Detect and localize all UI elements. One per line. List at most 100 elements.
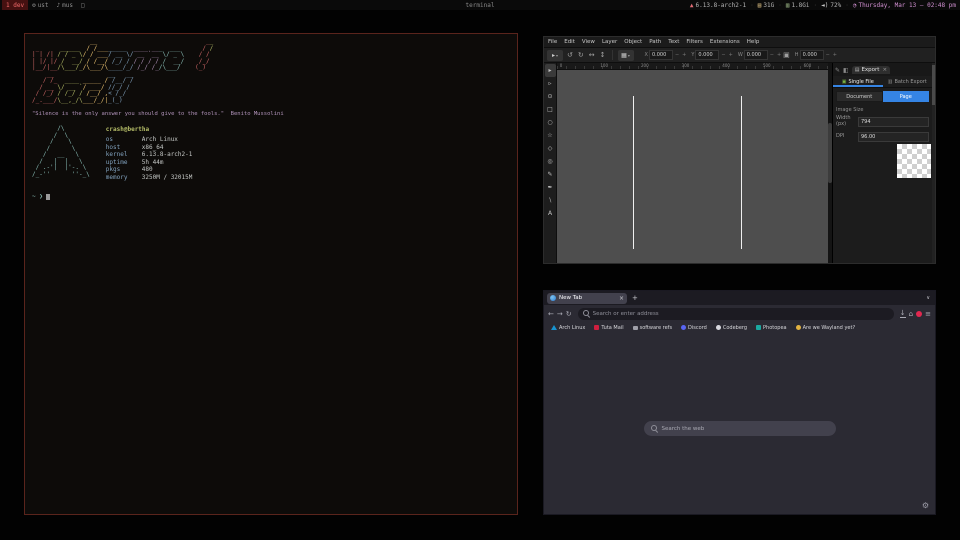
url-bar[interactable]: Search or enter address [578, 308, 894, 320]
dpi-input[interactable]: 96.00 [858, 132, 929, 142]
batch-export-label: Batch Export [894, 79, 926, 85]
y-input[interactable]: 0.000 [695, 50, 719, 60]
workspace-1-dev[interactable]: 1 dev [2, 0, 28, 10]
bookmark-codeberg[interactable]: Codeberg [716, 325, 747, 331]
list-tabs-icon[interactable]: ∨ [926, 295, 930, 301]
workspace-mus[interactable]: ♪mus [53, 0, 77, 10]
back-button[interactable]: ← [548, 310, 554, 318]
rotate-cw-icon[interactable]: ↻ [577, 51, 585, 59]
forward-button[interactable]: → [557, 310, 563, 318]
workspace-empty[interactable]: □ [77, 0, 89, 10]
flip-horizontal-icon[interactable]: ↔ [588, 51, 596, 59]
x-input[interactable]: 0.000 [649, 50, 673, 60]
separator: · [814, 2, 818, 9]
rectangle-tool[interactable]: □ [545, 103, 556, 116]
fill-stroke-dialog-icon[interactable]: ✎ [835, 67, 840, 74]
menu-help[interactable]: Help [747, 39, 760, 45]
downloads-icon[interactable]: ↓ [900, 309, 906, 318]
status-bar: 1 dev⚙ust♪mus□ terminal ▲6.13.8-arch2-1 … [0, 0, 960, 10]
ellipse-tool[interactable]: ○ [545, 116, 556, 129]
document-button[interactable]: Document [836, 91, 883, 102]
workspace-ust[interactable]: ⚙ust [28, 0, 52, 10]
url-placeholder: Search or enter address [593, 311, 659, 317]
tab-batch-export[interactable]: ▥Batch Export [883, 76, 933, 87]
canvas[interactable] [557, 70, 828, 263]
page-border-right [741, 96, 742, 249]
menu-layer[interactable]: Layer [602, 39, 617, 45]
menu-path[interactable]: Path [649, 39, 661, 45]
zoom-tool[interactable]: ⊙ [545, 90, 556, 103]
calligraphy-tool[interactable]: ∖ [545, 194, 556, 207]
account-icon[interactable]: ⌂ [909, 310, 913, 318]
fetch-value: 3250M / 32015M [142, 174, 193, 182]
bookmark-are-we-wayland-yet-[interactable]: Are we Wayland yet? [796, 325, 855, 331]
app-menu-icon[interactable]: ≡ [925, 310, 931, 318]
panel-scrollbar[interactable] [932, 63, 935, 263]
navigation-bar: ← → ↻ Search or enter address ↓ ⌂ ≡ [544, 305, 935, 322]
fetch-label: os [106, 136, 142, 144]
firefox-window[interactable]: New Tab × + ∨ ← → ↻ Search or enter addr… [543, 290, 936, 515]
menu-object[interactable]: Object [624, 39, 642, 45]
dialog-tab-bar: ✎ ◧ ▤ Export × [833, 63, 932, 76]
menu-extensions[interactable]: Extensions [710, 39, 740, 45]
personalize-gear-icon[interactable]: ⚙ [922, 501, 929, 510]
pencil-tool[interactable]: ✎ [545, 168, 556, 181]
terminal-window[interactable]: __ __ _ _____ / /________ ____ ___ ___ /… [24, 33, 518, 515]
extension-icon[interactable] [916, 311, 922, 317]
star-tool[interactable]: ☆ [545, 129, 556, 142]
menu-view[interactable]: View [582, 39, 595, 45]
close-tab-icon[interactable]: × [619, 295, 624, 302]
text-tool[interactable]: A [545, 207, 556, 220]
tab-new-tab[interactable]: New Tab × [547, 293, 627, 304]
close-dialog-icon[interactable]: × [882, 67, 887, 73]
scrollbar-thumb[interactable] [828, 123, 832, 183]
pen-tool[interactable]: ✒ [545, 181, 556, 194]
width-input[interactable]: 794 [858, 117, 929, 127]
selection-mode-dropdown[interactable]: ▸▾ [547, 50, 563, 61]
increment-button[interactable]: + [832, 52, 838, 58]
export-preview-checkerboard [897, 144, 931, 178]
tab-single-file[interactable]: ▣Single File [833, 76, 883, 87]
box3d-tool[interactable]: ◇ [545, 142, 556, 155]
decrement-button[interactable]: − [825, 52, 831, 58]
w-input[interactable]: 0.000 [744, 50, 768, 60]
fetch-output: /\ / \ / \ / \ / __ \ / | | \ / .-'| |'-… [32, 126, 510, 181]
flip-vertical-icon[interactable]: ↕ [599, 51, 607, 59]
selector-tool[interactable]: ▸ [545, 64, 556, 77]
layers-dialog-icon[interactable]: ◧ [843, 67, 849, 74]
menu-text[interactable]: Text [668, 39, 679, 45]
decrement-button[interactable]: − [720, 52, 726, 58]
bookmark-software-refs[interactable]: software refs [633, 325, 672, 331]
h-input[interactable]: 0.000 [800, 50, 824, 60]
menu-edit[interactable]: Edit [564, 39, 575, 45]
inkscape-window[interactable]: File Edit View Layer Object Path Text Filters Ex… [543, 36, 936, 264]
shell-prompt[interactable]: ~ ❯ [32, 193, 510, 200]
decrement-button[interactable]: − [674, 52, 680, 58]
reload-button[interactable]: ↻ [566, 310, 572, 318]
bookmark-tuta-mail[interactable]: Tuta Mail [594, 325, 623, 331]
fetch-row-kernel: kernel6.13.8-arch2-1 [106, 151, 193, 159]
increment-button[interactable]: + [728, 52, 734, 58]
menu-filters[interactable]: Filters [686, 39, 703, 45]
export-dialog-tab[interactable]: ▤ Export × [852, 66, 890, 74]
web-search-box[interactable]: Search the web [644, 421, 836, 436]
ruler-tick: 100 [600, 63, 608, 68]
bookmark-arch-linux[interactable]: Arch Linux [551, 325, 585, 331]
new-tab-button[interactable]: + [632, 294, 638, 302]
node-tool[interactable]: ▹ [545, 77, 556, 90]
scrollbar-thumb[interactable] [932, 65, 935, 105]
rotate-ccw-icon[interactable]: ↺ [566, 51, 574, 59]
align-dropdown[interactable]: ▦▾ [618, 50, 634, 61]
fetch-label: kernel [106, 151, 142, 159]
decrement-button[interactable]: − [769, 52, 775, 58]
canvas-scrollbar[interactable] [828, 63, 832, 263]
bookmark-discord[interactable]: Discord [681, 325, 707, 331]
bookmark-photopea[interactable]: Photopea [756, 325, 787, 331]
lock-ratio-icon[interactable]: ▣ [782, 51, 791, 59]
tool-controls-bar: ▸▾ ↺ ↻ ↔ ↕ ▦▾ X0.000−+Y0.000−+W0.000−+▣H… [544, 47, 935, 63]
menu-file[interactable]: File [548, 39, 557, 45]
page-button[interactable]: Page [883, 91, 930, 102]
increment-button[interactable]: + [681, 52, 687, 58]
spiral-tool[interactable]: ◎ [545, 155, 556, 168]
workspace-list: 1 dev⚙ust♪mus□ [2, 0, 89, 10]
